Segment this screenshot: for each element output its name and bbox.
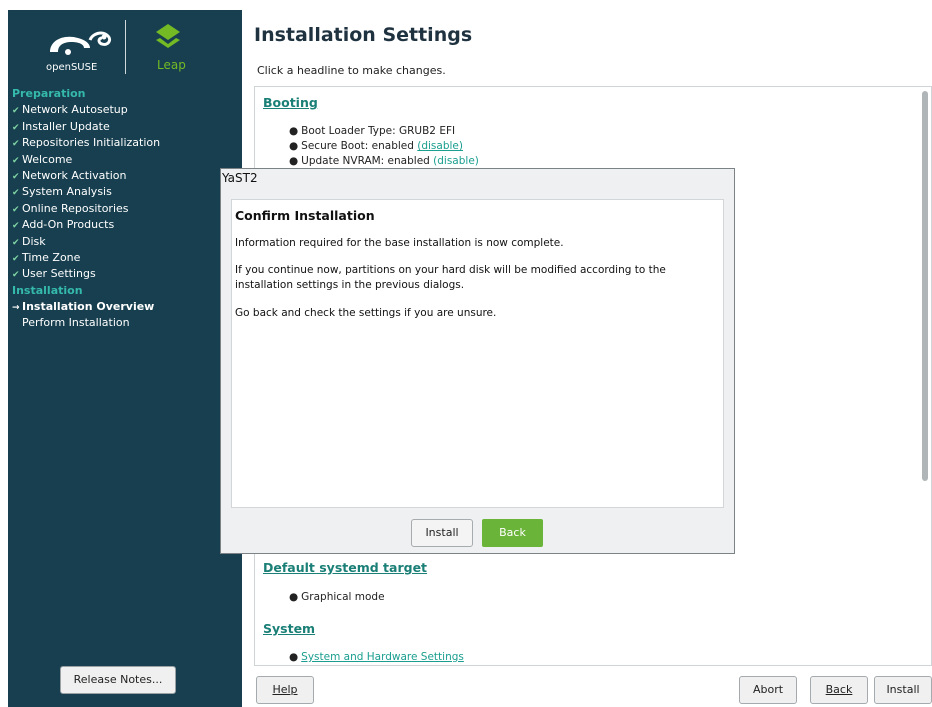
dialog-paragraph-2: If you continue now, partitions on your …	[235, 264, 666, 291]
booting-item-nvram: ● Update NVRAM: enabled (disable)	[289, 155, 479, 167]
checkmark-icon: ✔	[12, 237, 20, 248]
step-item: ✔ Network Autosetup	[8, 102, 242, 118]
checkmark-icon: ✔	[12, 204, 20, 215]
section-booting-link[interactable]: Booting	[263, 95, 318, 110]
install-button[interactable]: Install	[874, 676, 932, 704]
dialog-paragraph-3: Go back and check the settings if you ar…	[235, 307, 497, 319]
step-item: ✔ System Analysis	[8, 184, 242, 200]
systemd-item: ● Graphical mode	[289, 591, 385, 603]
booting-item-secure-boot: ● Secure Boot: enabled (disable)	[289, 140, 463, 152]
checkmark-icon: ✔	[12, 171, 20, 182]
step-label: Network Activation	[22, 168, 127, 182]
step-item: ✔ Installer Update	[8, 119, 242, 135]
dialog-heading: Confirm Installation	[235, 208, 375, 223]
dialog-back-button[interactable]: Back	[482, 519, 543, 547]
system-hardware-link[interactable]: System and Hardware Settings	[301, 651, 464, 663]
step-label: Installer Update	[22, 119, 110, 133]
chameleon-icon	[50, 31, 112, 55]
abort-button[interactable]: Abort	[739, 676, 797, 704]
help-button[interactable]: Help	[256, 676, 314, 704]
dialog-window-title: YaST2	[222, 171, 258, 185]
step-item: ✔ Repositories Initialization	[8, 135, 242, 151]
checkmark-icon: ✔	[12, 106, 20, 117]
step-label: Add-On Products	[22, 218, 115, 232]
step-item: ✔ Online Repositories	[8, 201, 242, 217]
step-item: ✔ Disk	[8, 234, 242, 250]
opensuse-logo: openSUSE	[44, 22, 124, 82]
back-button[interactable]: Back	[810, 676, 868, 704]
leap-chevron-icon	[156, 24, 180, 48]
checkmark-icon: ✔	[12, 270, 20, 281]
step-item: ✔ Add-On Products	[8, 217, 242, 233]
installation-steps: Preparation ✔ Network Autosetup ✔ Installer …	[8, 86, 242, 332]
page-title: Installation Settings	[254, 24, 473, 46]
step-label: Installation Overview	[22, 300, 155, 314]
checkmark-icon: ✔	[12, 122, 20, 133]
step-label: System Analysis	[22, 185, 112, 199]
step-item: ✔ Network Activation	[8, 168, 242, 184]
leap-wordmark: Leap	[157, 58, 186, 72]
opensuse-wordmark: openSUSE	[46, 62, 98, 73]
release-notes-button[interactable]: Release Notes...	[60, 666, 176, 694]
checkmark-icon: ✔	[12, 139, 20, 150]
checkmark-icon: ✔	[12, 253, 20, 264]
section-system-link[interactable]: System	[263, 621, 315, 636]
dialog-body: Confirm Installation Information require…	[231, 199, 724, 508]
step-label: Time Zone	[22, 250, 81, 264]
logo-area: openSUSE Leap	[8, 10, 242, 90]
scrollbar[interactable]	[922, 91, 928, 481]
step-label: Repositories Initialization	[22, 136, 161, 150]
release-notes-label: Release Notes...	[73, 673, 163, 686]
page-hint: Click a headline to make changes.	[257, 64, 446, 77]
step-item: ✔ Welcome	[8, 152, 242, 168]
system-item: ● System and Hardware Settings	[289, 651, 464, 663]
arrow-right-icon: →	[12, 303, 20, 314]
nvram-disable-link[interactable]: (disable)	[433, 155, 479, 167]
section-systemd-link[interactable]: Default systemd target	[263, 560, 427, 575]
logo-divider	[125, 20, 126, 74]
step-label: Welcome	[22, 152, 73, 166]
secure-boot-disable-link[interactable]: (disable)	[417, 140, 463, 152]
step-label: Perform Installation	[22, 316, 130, 330]
booting-item-bootloader: ● Boot Loader Type: GRUB2 EFI	[289, 125, 456, 137]
dialog-paragraph-1: Information required for the base instal…	[235, 237, 564, 249]
dialog-install-button[interactable]: Install	[411, 519, 473, 547]
step-label: User Settings	[22, 267, 96, 281]
step-label: Disk	[22, 234, 46, 248]
step-item: ✔ Time Zone	[8, 250, 242, 266]
step-group-header: Installation	[12, 283, 83, 297]
checkmark-icon: ✔	[12, 155, 20, 166]
step-label: Network Autosetup	[22, 103, 128, 117]
checkmark-icon: ✔	[12, 188, 20, 199]
step-group-header: Preparation	[12, 87, 86, 100]
step-item: → Installation Overview	[8, 299, 242, 315]
confirm-dialog: YaST2 Confirm Installation Information r…	[220, 168, 735, 554]
leap-logo: Leap	[148, 22, 198, 82]
sidebar: openSUSE Leap Preparation ✔ Network Autose…	[8, 10, 242, 707]
step-item: Perform Installation	[8, 315, 242, 331]
step-item: ✔ User Settings	[8, 266, 242, 282]
checkmark-icon: ✔	[12, 221, 20, 232]
step-label: Online Repositories	[22, 201, 129, 215]
